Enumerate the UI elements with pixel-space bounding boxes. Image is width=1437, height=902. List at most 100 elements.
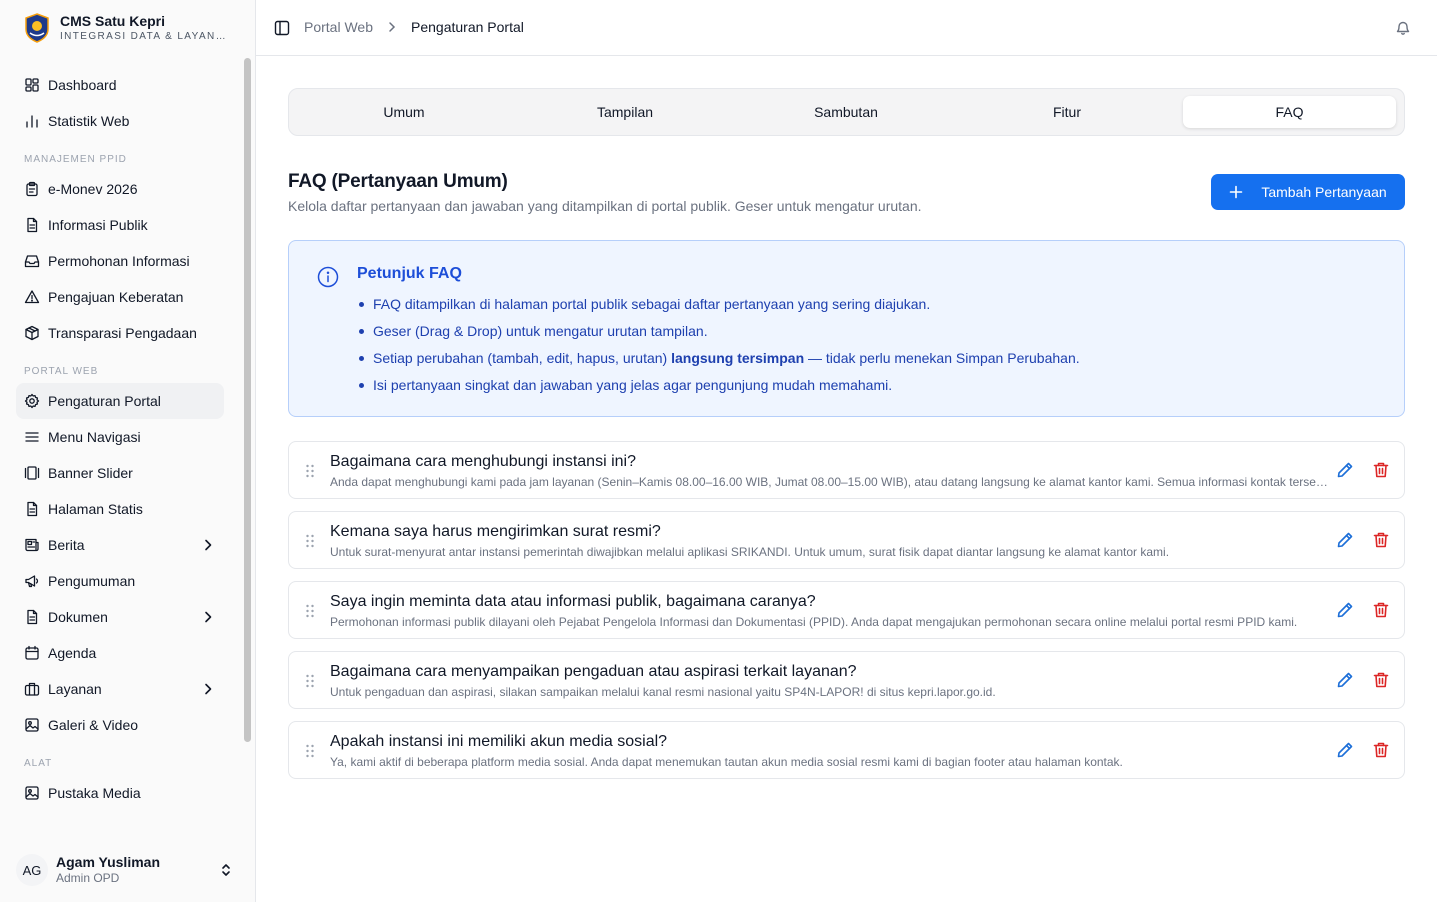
guide-item: Geser (Drag & Drop) untuk mengatur uruta…	[357, 321, 1080, 348]
faq-item[interactable]: Saya ingin meminta data atau informasi p…	[288, 581, 1405, 639]
faq-question: Bagaimana cara menyampaikan pengaduan at…	[330, 663, 857, 680]
dashboard-icon	[24, 77, 40, 93]
chevron-right-icon[interactable]	[200, 681, 216, 697]
trash-icon[interactable]	[1372, 461, 1390, 479]
guide-item: FAQ ditampilkan di halaman portal publik…	[357, 294, 1080, 321]
sidebar-item-label: Informasi Publik	[48, 217, 148, 233]
sidebar-item-label: Dokumen	[48, 609, 108, 625]
drag-handle-icon[interactable]	[305, 674, 315, 688]
sidebar-item-label: Statistik Web	[48, 113, 130, 129]
sidebar: CMS Satu Kepri INTEGRASI DATA & LAYANAN …	[0, 0, 256, 902]
sidebar-item-label: Banner Slider	[48, 465, 133, 481]
user-menu[interactable]: AG Agam Yusliman Admin OPD	[16, 848, 240, 892]
sidebar-item-menu-navigasi[interactable]: Menu Navigasi	[16, 419, 224, 455]
sidebar-item-dashboard[interactable]: Dashboard	[16, 67, 224, 103]
sidebar-item-layanan[interactable]: Layanan	[16, 671, 224, 707]
top-header: Portal Web Pengaturan Portal	[256, 0, 1437, 56]
tab-sambutan[interactable]: Sambutan	[736, 96, 956, 128]
faq-guide-title: Petunjuk FAQ	[357, 265, 462, 282]
drag-handle-icon[interactable]	[305, 464, 315, 478]
breadcrumb-portal-web[interactable]: Portal Web	[304, 19, 373, 35]
sidebar-item-label: Agenda	[48, 645, 97, 661]
document-icon	[24, 609, 40, 625]
sidebar-item-informasi-publik[interactable]: Informasi Publik	[16, 207, 224, 243]
logo-icon	[24, 13, 50, 43]
nav-section-label: ALAT	[24, 758, 53, 769]
chevron-right-icon	[389, 22, 396, 32]
gear-icon	[24, 393, 40, 409]
faq-item[interactable]: Bagaimana cara menghubungi instansi ini?…	[288, 441, 1405, 499]
drag-handle-icon[interactable]	[305, 744, 315, 758]
trash-icon[interactable]	[1372, 741, 1390, 759]
avatar: AG	[16, 854, 48, 886]
gallery-icon	[24, 465, 40, 481]
sidebar-item-agenda[interactable]: Agenda	[16, 635, 224, 671]
sidebar-item-pengajuan-keberatan[interactable]: Pengajuan Keberatan	[16, 279, 224, 315]
tab-faq[interactable]: FAQ	[1183, 96, 1396, 128]
plus-icon	[1230, 185, 1243, 199]
faq-answer: Untuk pengaduan dan aspirasi, silakan sa…	[330, 685, 996, 699]
trash-icon[interactable]	[1372, 671, 1390, 689]
pencil-icon[interactable]	[1336, 741, 1354, 759]
page-title: FAQ (Pertanyaan Umum)	[288, 171, 508, 192]
sidebar-item-label: Pengajuan Keberatan	[48, 289, 184, 305]
package-icon	[24, 325, 40, 341]
faq-item[interactable]: Kemana saya harus mengirimkan surat resm…	[288, 511, 1405, 569]
sidebar-item-pengumuman[interactable]: Pengumuman	[16, 563, 224, 599]
calendar-icon	[24, 645, 40, 661]
pencil-icon[interactable]	[1336, 531, 1354, 549]
inbox-icon	[24, 253, 40, 269]
breadcrumb: Portal Web Pengaturan Portal	[304, 19, 524, 35]
pencil-icon[interactable]	[1336, 601, 1354, 619]
sidebar-item-halaman-statis[interactable]: Halaman Statis	[16, 491, 224, 527]
sidebar-item-pustaka-media[interactable]: Pustaka Media	[16, 775, 224, 811]
sidebar-item-label: Permohonan Informasi	[48, 253, 190, 269]
bell-icon[interactable]	[1395, 20, 1411, 36]
guide-text: Setiap perubahan (tambah, edit, hapus, u…	[373, 350, 672, 366]
document-icon	[24, 501, 40, 517]
sidebar-scrollbar[interactable]	[244, 58, 251, 742]
trash-icon[interactable]	[1372, 601, 1390, 619]
drag-handle-icon[interactable]	[305, 534, 315, 548]
briefcase-icon	[24, 681, 40, 697]
sidebar-item-transparasi-pengadaan[interactable]: Transparasi Pengadaan	[16, 315, 224, 351]
sidebar-item-statistik-web[interactable]: Statistik Web	[16, 103, 224, 139]
sidebar-item-label: e-Monev 2026	[48, 181, 138, 197]
sidebar-item-pengaturan-portal[interactable]: Pengaturan Portal	[16, 383, 224, 419]
tab-fitur[interactable]: Fitur	[957, 96, 1177, 128]
tab-umum[interactable]: Umum	[295, 96, 513, 128]
add-question-label: Tambah Pertanyaan	[1261, 184, 1387, 200]
sidebar-item-label: Menu Navigasi	[48, 429, 141, 445]
add-question-button[interactable]: Tambah Pertanyaan	[1211, 174, 1405, 210]
trash-icon[interactable]	[1372, 531, 1390, 549]
sidebar-item-banner-slider[interactable]: Banner Slider	[16, 455, 224, 491]
faq-item[interactable]: Apakah instansi ini memiliki akun media …	[288, 721, 1405, 779]
chevron-right-icon[interactable]	[200, 609, 216, 625]
faq-answer: Anda dapat menghubungi kami pada jam lay…	[330, 475, 1328, 489]
sidebar-item-label: Berita	[48, 537, 85, 553]
sidebar-item-permohonan-informasi[interactable]: Permohonan Informasi	[16, 243, 224, 279]
sidebar-item-e-monev-2026[interactable]: e-Monev 2026	[16, 171, 224, 207]
chevron-right-icon[interactable]	[200, 537, 216, 553]
warning-icon	[24, 289, 40, 305]
faq-item[interactable]: Bagaimana cara menyampaikan pengaduan at…	[288, 651, 1405, 709]
tab-tampilan[interactable]: Tampilan	[515, 96, 735, 128]
page-description: Kelola daftar pertanyaan dan jawaban yan…	[288, 198, 922, 214]
sidebar-item-label: Dashboard	[48, 77, 117, 93]
user-role: Admin OPD	[56, 871, 120, 885]
sidebar-item-galeri-video[interactable]: Galeri & Video	[16, 707, 224, 743]
guide-item: Isi pertanyaan singkat dan jawaban yang …	[357, 375, 1080, 402]
sidebar-item-dokumen[interactable]: Dokumen	[16, 599, 224, 635]
pencil-icon[interactable]	[1336, 671, 1354, 689]
faq-answer: Untuk surat-menyurat antar instansi peme…	[330, 545, 1170, 559]
drag-handle-icon[interactable]	[305, 604, 315, 618]
guide-text: — tidak perlu menekan Simpan Perubahan.	[804, 350, 1080, 366]
faq-question: Bagaimana cara menghubungi instansi ini?	[330, 453, 636, 470]
sidebar-nav: Dashboard Statistik Web MANAJEMEN PPID e-Mo…	[16, 67, 224, 811]
sidebar-toggle-icon[interactable]	[274, 20, 290, 36]
sidebar-item-label: Galeri & Video	[48, 717, 139, 733]
pencil-icon[interactable]	[1336, 461, 1354, 479]
brand[interactable]: CMS Satu Kepri INTEGRASI DATA & LAYANAN	[24, 12, 244, 44]
sidebar-item-berita[interactable]: Berita	[16, 527, 224, 563]
megaphone-icon	[24, 573, 40, 589]
